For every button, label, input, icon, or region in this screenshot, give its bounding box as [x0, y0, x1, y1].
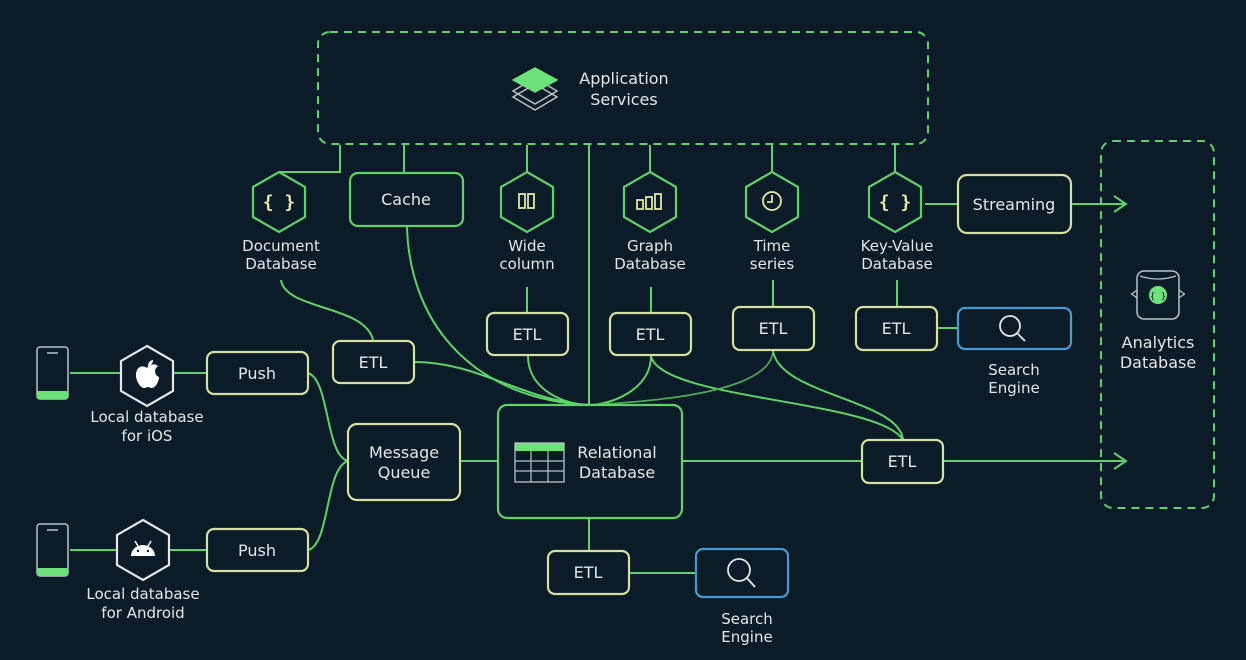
key-value-database-node[interactable]: { } Key-Value Database [861, 170, 934, 273]
application-services-label-line2: Services [590, 90, 657, 109]
braces-icon: { } [879, 192, 912, 213]
relational-database-label-line2: Database [579, 463, 655, 482]
etl-node-right[interactable]: ETL [860, 438, 945, 485]
relational-database-label-line1: Relational [577, 443, 656, 462]
wire-document-to-etl [280, 279, 374, 341]
graph-database-label-line1: Graph [627, 237, 673, 255]
wide-column-label-line1: Wide [508, 237, 545, 255]
android-local-database-node[interactable]: Local database for Android [86, 518, 200, 622]
android-label-line1: Local database [86, 585, 199, 603]
streaming-label: Streaming [973, 195, 1056, 214]
time-series-node[interactable]: Time series [744, 170, 800, 273]
search-engine-box [956, 306, 1073, 351]
search-engine-node-bottom[interactable]: Search Engine [694, 547, 790, 646]
analytics-database-frame [1100, 140, 1215, 509]
wire-push-android-to-queue [307, 460, 349, 551]
search-engine-label-line2: Engine [988, 379, 1039, 397]
push-node-ios[interactable]: Push [205, 350, 310, 396]
cache-node[interactable]: Cache [348, 171, 465, 228]
etl-node-wide-column[interactable]: ETL [485, 311, 570, 357]
message-queue-label-line2: Queue [378, 463, 431, 482]
graph-database-hex [622, 170, 678, 234]
phone-ios [36, 346, 69, 400]
etl-node-key-value[interactable]: ETL [854, 305, 939, 352]
wire-etl-graph-to-etl-right [650, 355, 904, 441]
message-queue-label-line1: Message [369, 443, 439, 462]
time-series-label-line2: series [750, 255, 795, 273]
search-engine-label-line1: Search [721, 610, 773, 628]
ios-label-line2: for iOS [122, 427, 173, 445]
ios-label-line1: Local database [90, 408, 203, 426]
search-engine-node-top[interactable]: Search Engine [956, 306, 1073, 397]
wire-etl-graph-to-relational [588, 355, 652, 406]
etl-label: ETL [759, 319, 788, 338]
wide-column-hex [499, 170, 555, 234]
push-label: Push [238, 541, 276, 560]
search-engine-label-line1: Search [988, 361, 1040, 379]
braces-icon: { } [263, 192, 296, 213]
key-value-database-label-line2: Database [861, 255, 933, 273]
relational-database-node[interactable]: Relational Database [496, 403, 684, 520]
analytics-database-label-line2: Database [1120, 353, 1196, 372]
wide-column-node[interactable]: Wide column [499, 170, 555, 273]
time-series-label-line1: Time [753, 237, 791, 255]
wire-app-to-document [279, 145, 341, 173]
etl-node-bottom[interactable]: ETL [546, 549, 631, 596]
analytics-db-glyph: { } [1150, 292, 1166, 302]
document-database-label-line1: Document [242, 237, 320, 255]
search-engine-box [694, 547, 790, 599]
architecture-diagram: Application Services { } Document Databa… [36, 31, 1215, 646]
message-queue-node[interactable]: Message Queue [346, 422, 462, 502]
etl-label: ETL [513, 325, 542, 344]
etl-label: ETL [882, 319, 911, 338]
graph-database-label-line2: Database [614, 255, 686, 273]
application-services-label-line1: Application [579, 69, 668, 88]
application-services-frame [317, 31, 929, 145]
ios-local-database-node[interactable]: Local database for iOS [90, 344, 204, 445]
etl-node-left[interactable]: ETL [331, 339, 416, 385]
message-queue-box [346, 422, 462, 502]
etl-node-graph[interactable]: ETL [608, 311, 693, 357]
push-node-android[interactable]: Push [205, 527, 310, 573]
search-engine-label-line2: Engine [721, 628, 772, 646]
etl-label: ETL [888, 452, 917, 471]
analytics-database-label-line1: Analytics [1122, 333, 1195, 352]
layers-icon [511, 67, 559, 111]
document-database-label-line2: Database [245, 255, 317, 273]
etl-node-time-series[interactable]: ETL [731, 305, 816, 352]
etl-label: ETL [574, 563, 603, 582]
graph-database-node[interactable]: Graph Database [614, 170, 686, 273]
application-services[interactable]: Application Services [317, 31, 929, 145]
streaming-node[interactable]: Streaming [956, 173, 1073, 235]
key-value-database-label-line1: Key-Value [861, 237, 934, 255]
analytics-database-node[interactable]: { } Analytics Database [1100, 140, 1215, 509]
analytics-db-icon: { } [1130, 270, 1186, 320]
etl-label: ETL [636, 325, 665, 344]
document-database-node[interactable]: { } Document Database [242, 170, 320, 273]
android-label-line2: for Android [101, 604, 184, 622]
cache-label: Cache [381, 190, 431, 209]
phone-android [36, 523, 69, 577]
wire-push-ios-to-queue [307, 372, 349, 462]
push-label: Push [238, 364, 276, 383]
wide-column-label-line2: column [499, 255, 554, 273]
etl-label: ETL [359, 353, 388, 372]
